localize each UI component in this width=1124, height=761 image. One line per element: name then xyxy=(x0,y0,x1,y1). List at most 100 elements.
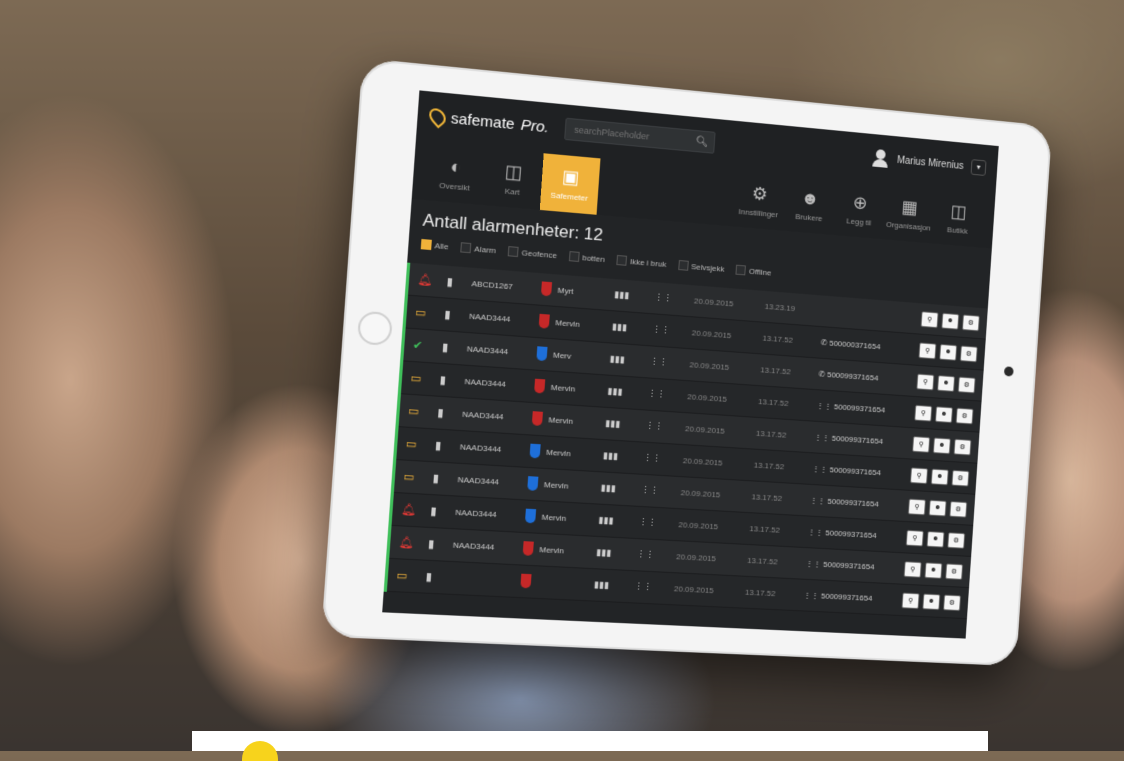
contacts-icon[interactable]: ☻ xyxy=(922,593,941,610)
gear-icon[interactable]: ⚙ xyxy=(959,345,978,362)
locate-icon[interactable]: ⚲ xyxy=(901,592,920,609)
phone-cell: ⋮⋮ 500099371654 xyxy=(814,433,901,447)
home-button[interactable] xyxy=(356,310,394,347)
cart-icon: ◫ xyxy=(949,201,968,222)
contacts-icon[interactable]: ☻ xyxy=(932,436,951,454)
gear-icon[interactable]: ⚙ xyxy=(957,376,976,393)
chevron-down-icon[interactable]: ▾ xyxy=(970,159,987,176)
gear-icon[interactable]: ⚙ xyxy=(943,594,962,611)
device-icon: ▮ xyxy=(439,374,447,387)
row-actions: ⚲ ☻ ⚙ xyxy=(901,592,962,611)
filter-geofence[interactable]: Geofence xyxy=(507,246,557,260)
date-cell: 20.09.2015 xyxy=(687,392,728,404)
contacts-icon[interactable]: ☻ xyxy=(928,499,947,516)
row-actions: ⚲ ☻ ⚙ xyxy=(914,404,974,424)
device-icon: ▮ xyxy=(446,276,454,289)
gear-icon[interactable]: ⚙ xyxy=(953,438,972,455)
date-cell: 20.09.2015 xyxy=(675,552,717,564)
brand-logo[interactable]: safemate Pro. xyxy=(425,105,550,136)
locate-icon[interactable]: ⚲ xyxy=(907,498,926,515)
locate-icon[interactable]: ⚲ xyxy=(920,310,939,328)
nav-legg-til[interactable]: ⊕ Legg til xyxy=(833,180,886,239)
gear-icon[interactable]: ⚙ xyxy=(947,531,966,549)
device-icon: ▮ xyxy=(432,472,440,486)
nav-kart[interactable]: ◫ Kart xyxy=(482,148,543,210)
checkbox[interactable] xyxy=(568,251,580,262)
crest-icon xyxy=(530,345,554,363)
nav-brukere[interactable]: ☻ Brukere xyxy=(783,175,837,235)
battery-alert-icon: ▭ xyxy=(407,405,420,419)
nav-innstillinger[interactable]: ⚙ Innstillinger xyxy=(732,171,787,231)
user-menu[interactable]: Marius Mirenius ▾ xyxy=(872,149,987,177)
locate-icon[interactable]: ⚲ xyxy=(912,435,931,453)
nav-butikk[interactable]: ◫ Butikk xyxy=(932,189,984,248)
locate-icon[interactable]: ⚲ xyxy=(914,404,933,422)
contacts-icon[interactable]: ☻ xyxy=(935,405,953,423)
filter-alle[interactable]: Alle xyxy=(420,238,449,251)
nav-organisasjon[interactable]: ▦ Organisasjon xyxy=(883,184,936,243)
date-cell: 20.09.2015 xyxy=(682,456,723,468)
nav-safemeter[interactable]: ▣ Safemeter xyxy=(539,153,601,215)
device-id: NAAD3444 xyxy=(464,376,507,389)
nav-oversikt[interactable]: ◐ Oversikt xyxy=(424,143,486,205)
nav-label: Innstillinger xyxy=(738,206,779,220)
gear-icon[interactable]: ⚙ xyxy=(951,469,970,487)
gear-icon[interactable]: ⚙ xyxy=(955,407,974,424)
gauge-icon: ◐ xyxy=(449,156,463,178)
date-cell: 20.09.2015 xyxy=(680,488,721,500)
filter-alarm[interactable]: Alarm xyxy=(460,242,497,255)
footsteps-icon: ⋮⋮ xyxy=(645,420,664,432)
battery-icon: ▮▮▮ xyxy=(600,482,617,494)
phone-cell: ⋮⋮ 500099371654 xyxy=(810,496,897,510)
checkbox[interactable] xyxy=(460,242,472,254)
steps-icon: ⋮⋮ xyxy=(809,495,828,506)
time-cell: 13.17.52 xyxy=(744,587,776,599)
device-icon: ▮ xyxy=(429,505,438,519)
checkbox[interactable] xyxy=(735,264,747,276)
checkbox[interactable] xyxy=(677,259,689,271)
checkbox[interactable] xyxy=(420,238,432,251)
footsteps-icon: ⋮⋮ xyxy=(649,356,669,368)
nav-label: Legg til xyxy=(846,216,872,228)
date-cell: 20.09.2015 xyxy=(693,296,734,309)
locate-icon[interactable]: ⚲ xyxy=(916,373,935,390)
check-icon: ✔ xyxy=(412,339,423,353)
date-cell: 20.09.2015 xyxy=(691,328,732,341)
filter-selvsjekk[interactable]: Selvsjekk xyxy=(677,259,725,274)
row-actions: ⚲ ☻ ⚙ xyxy=(916,373,976,393)
nav-label: Kart xyxy=(504,186,521,197)
time-cell: 13.17.52 xyxy=(757,397,789,409)
checkbox[interactable] xyxy=(507,246,519,258)
locate-icon[interactable]: ⚲ xyxy=(905,529,924,547)
battery-alert-icon: ▭ xyxy=(405,437,418,451)
search-icon[interactable]: 🔍︎ xyxy=(695,136,708,148)
filter-offline[interactable]: Offline xyxy=(735,264,772,278)
device-icon: ▮ xyxy=(427,538,435,551)
phone-number: 500099371654 xyxy=(827,496,879,509)
phone-cell: ✆ 500000371654 xyxy=(820,338,907,353)
date-cell: 20.09.2015 xyxy=(689,360,730,373)
filter-label: Alle xyxy=(434,240,449,251)
checkbox[interactable] xyxy=(616,254,628,266)
search-input[interactable] xyxy=(571,123,697,148)
locate-icon[interactable]: ⚲ xyxy=(903,560,922,578)
date-cell: 20.09.2015 xyxy=(684,424,725,436)
device-id: NAAD3444 xyxy=(457,475,500,487)
contacts-icon[interactable]: ☻ xyxy=(926,530,945,548)
filter-ikke-i-bruk[interactable]: Ikke i bruk xyxy=(616,254,667,269)
contacts-icon[interactable]: ☻ xyxy=(924,561,943,579)
contacts-icon[interactable]: ☻ xyxy=(937,374,956,392)
crest-icon xyxy=(523,443,547,461)
gear-icon[interactable]: ⚙ xyxy=(945,562,964,580)
gear-icon[interactable]: ⚙ xyxy=(949,500,968,518)
phone-number: 500099371654 xyxy=(831,433,884,446)
filter-botten[interactable]: botten xyxy=(568,251,605,264)
locate-icon[interactable]: ⚲ xyxy=(918,341,937,359)
contacts-icon[interactable]: ☻ xyxy=(941,312,960,330)
row-actions: ⚲ ☻ ⚙ xyxy=(910,466,970,487)
locate-icon[interactable]: ⚲ xyxy=(910,466,929,484)
contacts-icon[interactable]: ☻ xyxy=(930,468,949,485)
time-cell: 13.17.52 xyxy=(749,524,781,535)
contacts-icon[interactable]: ☻ xyxy=(939,343,958,361)
gear-icon[interactable]: ⚙ xyxy=(961,313,980,331)
